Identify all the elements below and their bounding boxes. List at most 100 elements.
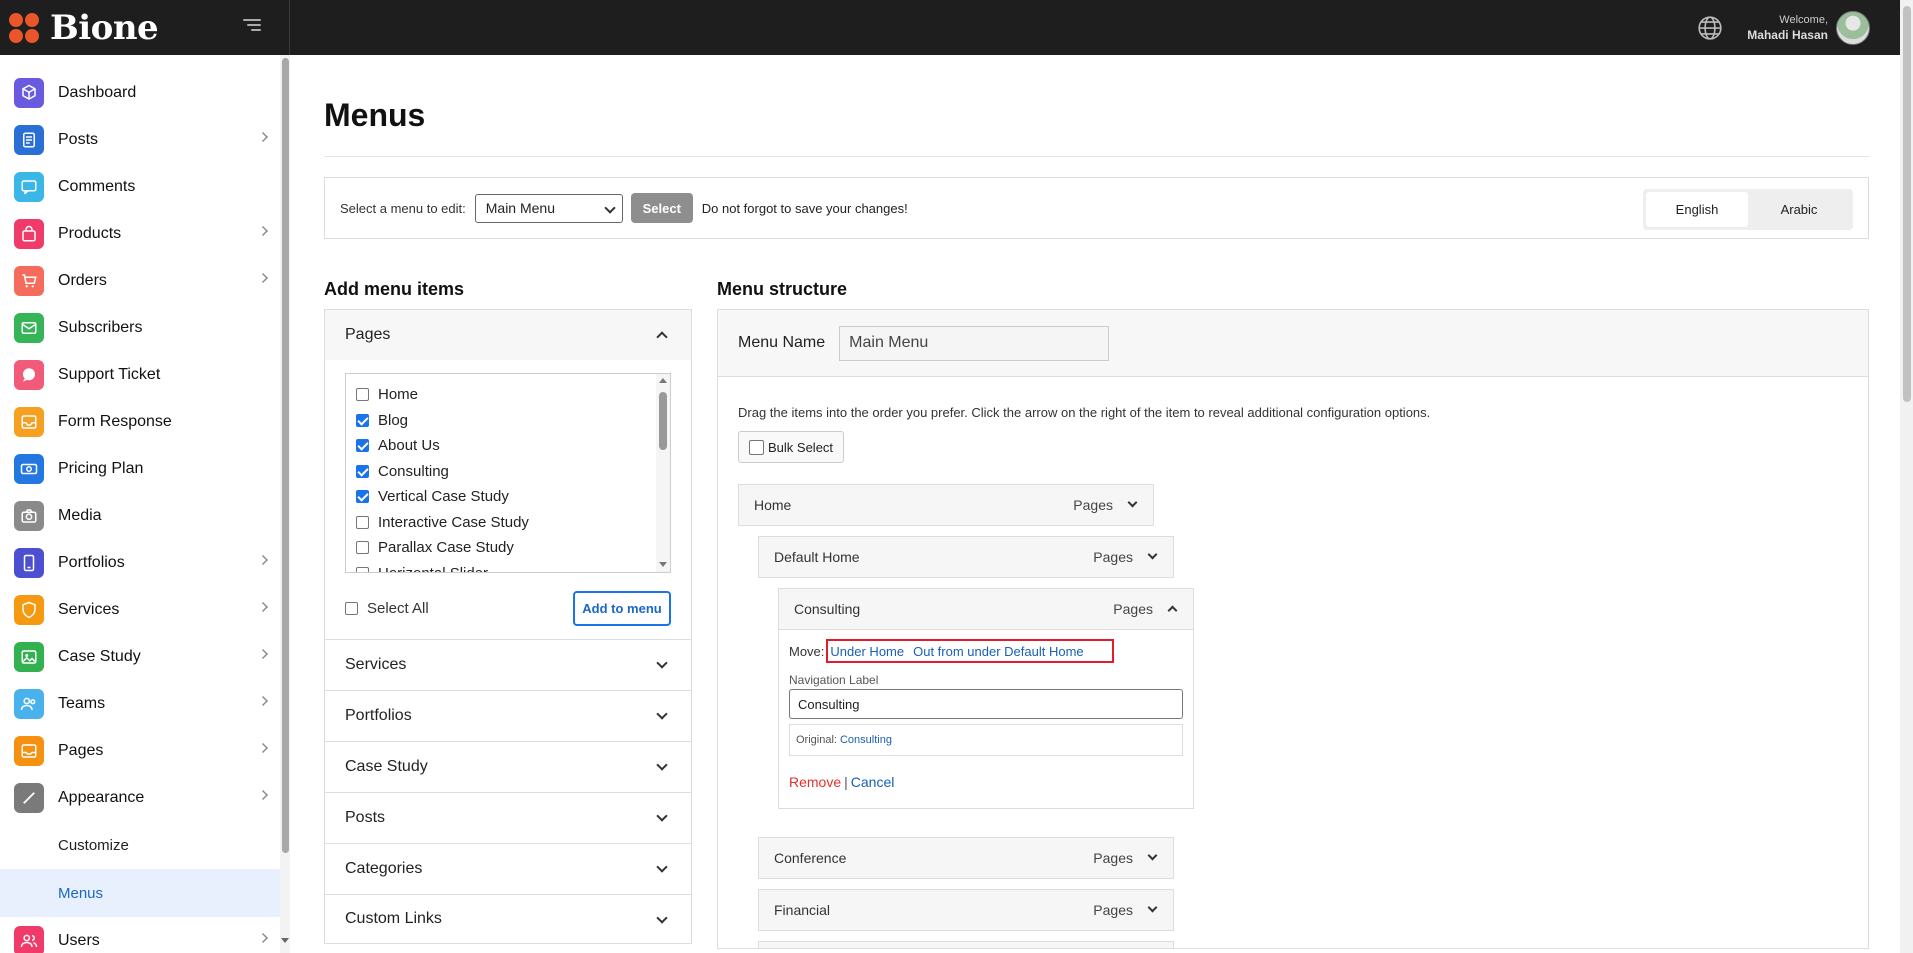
chevron-up-icon[interactable] xyxy=(1167,605,1178,616)
sidebar-item-media[interactable]: Media xyxy=(0,492,280,539)
bulk-select-button[interactable]: Bulk Select xyxy=(738,431,844,463)
page-option[interactable]: Horizontal Slider xyxy=(356,561,670,572)
language-tabs: English Arabic xyxy=(1643,189,1853,230)
sidebar-subitem-customize[interactable]: Customize xyxy=(0,821,280,869)
accordion-pages[interactable]: Pages xyxy=(325,310,691,360)
sidebar-item-support-ticket[interactable]: Support Ticket xyxy=(0,351,280,398)
sidebar-toggle-icon[interactable] xyxy=(239,16,261,38)
menu-item[interactable]: Home Pages xyxy=(738,484,1154,526)
chevron-down-icon[interactable] xyxy=(1127,497,1138,508)
page-checkbox[interactable] xyxy=(356,566,369,572)
mail-icon xyxy=(14,312,44,343)
select-button[interactable]: Select xyxy=(630,193,693,223)
page-scroll-thumb[interactable] xyxy=(1903,6,1911,402)
pages-list-scrollbar[interactable] xyxy=(656,374,670,572)
accordion-categories[interactable]: Categories xyxy=(325,843,691,894)
page-checkbox[interactable] xyxy=(356,439,369,453)
select-all-checkbox[interactable] xyxy=(345,601,358,615)
page-option-label: Interactive Case Study xyxy=(378,513,529,531)
bulk-select-checkbox[interactable] xyxy=(749,439,764,455)
page-option[interactable]: Vertical Case Study xyxy=(356,484,670,510)
sidebar-item-services[interactable]: Services xyxy=(0,586,280,633)
menu-item-settings: Move: Under Home Out from under Default … xyxy=(778,629,1194,809)
page-checkbox[interactable] xyxy=(356,388,369,402)
sidebar-item-teams[interactable]: Teams xyxy=(0,680,280,727)
page-option[interactable]: About Us xyxy=(356,433,670,459)
move-out-from-under-link[interactable]: Out from under Default Home xyxy=(913,644,1084,659)
sidebar-item-subscribers[interactable]: Subscribers xyxy=(0,304,280,351)
globe-icon[interactable] xyxy=(1697,15,1723,41)
page-checkbox[interactable] xyxy=(356,490,369,504)
sidebar-scroll-thumb[interactable] xyxy=(282,58,289,853)
add-menu-items-title: Add menu items xyxy=(324,279,465,299)
sidebar-item-orders[interactable]: Orders xyxy=(0,257,280,304)
chevron-down-icon xyxy=(656,861,668,873)
add-items-accordion: Pages Home Blog About Us Consulting Vertical… xyxy=(324,309,692,944)
sidebar-item-comments[interactable]: Comments xyxy=(0,163,280,210)
cancel-link[interactable]: Cancel xyxy=(851,774,895,790)
chevron-down-icon[interactable] xyxy=(1147,850,1158,861)
accordion-custom-links[interactable]: Custom Links xyxy=(325,894,691,943)
sidebar-item-posts[interactable]: Posts xyxy=(0,116,280,163)
page-option[interactable]: Home xyxy=(356,382,670,408)
move-under-home-link[interactable]: Under Home xyxy=(830,644,904,659)
document-icon xyxy=(14,124,44,155)
avatar[interactable] xyxy=(1836,10,1870,45)
sidebar-item-dashboard[interactable]: Dashboard xyxy=(0,69,280,116)
page-option[interactable]: Parallax Case Study xyxy=(356,535,670,561)
sidebar-item-form-response[interactable]: Form Response xyxy=(0,398,280,445)
menu-item[interactable]: Financial Pages xyxy=(758,889,1174,931)
sidebar-item-portfolios[interactable]: Portfolios xyxy=(0,539,280,586)
menu-item[interactable]: Default Home Pages xyxy=(758,536,1174,578)
sidebar-item-appearance[interactable]: Appearance xyxy=(0,774,280,821)
add-to-menu-button[interactable]: Add to menu xyxy=(573,591,671,626)
navigation-label-input[interactable]: Consulting xyxy=(789,689,1183,719)
sidebar-item-label: Products xyxy=(58,224,122,242)
original-link[interactable]: Consulting xyxy=(840,734,892,746)
chevron-down-icon[interactable] xyxy=(1147,549,1158,560)
chevron-right-icon xyxy=(258,273,268,283)
top-bar: Bione Welcome, Mahadi Hasan xyxy=(0,0,1900,55)
sidebar-subitem-menus[interactable]: Menus xyxy=(0,869,280,917)
scroll-down-icon[interactable] xyxy=(659,562,667,567)
menu-name-input[interactable]: Main Menu xyxy=(839,325,1110,361)
menu-item[interactable]: InsurancePages xyxy=(758,941,1174,948)
chevron-right-icon xyxy=(258,933,268,943)
sidebar-item-products[interactable]: Products xyxy=(0,210,280,257)
tab-arabic[interactable]: Arabic xyxy=(1748,192,1850,227)
pages-list-scroll-thumb[interactable] xyxy=(659,392,667,450)
page-checkbox[interactable] xyxy=(356,464,369,478)
chevron-down-icon xyxy=(656,657,668,669)
sidebar-item-users[interactable]: Users xyxy=(0,917,280,953)
page-title: Menus xyxy=(324,97,1869,157)
select-menu-label: Select a menu to edit: xyxy=(340,200,466,216)
accordion-label: Case Study xyxy=(345,758,428,775)
menu-item-label: Conference xyxy=(774,850,847,866)
tab-english[interactable]: English xyxy=(1646,192,1748,227)
remove-link[interactable]: Remove xyxy=(789,774,841,790)
sidebar-item-pricing-plan[interactable]: Pricing Plan xyxy=(0,445,280,492)
select-all-label: Select All xyxy=(367,599,429,617)
page-option[interactable]: Interactive Case Study xyxy=(356,510,670,536)
menu-item-label: Financial xyxy=(774,902,831,918)
sidebar-item-case-study[interactable]: Case Study xyxy=(0,633,280,680)
scroll-up-icon[interactable] xyxy=(659,378,667,383)
page-scrollbar[interactable] xyxy=(1900,0,1913,953)
page-option[interactable]: Consulting xyxy=(356,459,670,485)
page-option[interactable]: Blog xyxy=(356,408,670,434)
accordion-case-study[interactable]: Case Study xyxy=(325,741,691,792)
accordion-label: Categories xyxy=(345,860,423,877)
page-checkbox[interactable] xyxy=(356,515,369,529)
menu-select[interactable]: Main Menu xyxy=(474,193,623,223)
chevron-down-icon[interactable] xyxy=(1147,902,1158,913)
accordion-label: Portfolios xyxy=(345,707,412,724)
menu-item[interactable]: Conference Pages xyxy=(758,837,1174,879)
sidebar-item-pages[interactable]: Pages xyxy=(0,727,280,774)
accordion-portfolios[interactable]: Portfolios xyxy=(325,690,691,741)
menu-item[interactable]: Consulting Pages xyxy=(778,588,1194,630)
sidebar-scroll-down-icon[interactable] xyxy=(281,938,289,943)
page-checkbox[interactable] xyxy=(356,541,369,555)
page-checkbox[interactable] xyxy=(356,413,369,427)
accordion-services[interactable]: Services xyxy=(325,639,691,690)
accordion-posts[interactable]: Posts xyxy=(325,792,691,843)
